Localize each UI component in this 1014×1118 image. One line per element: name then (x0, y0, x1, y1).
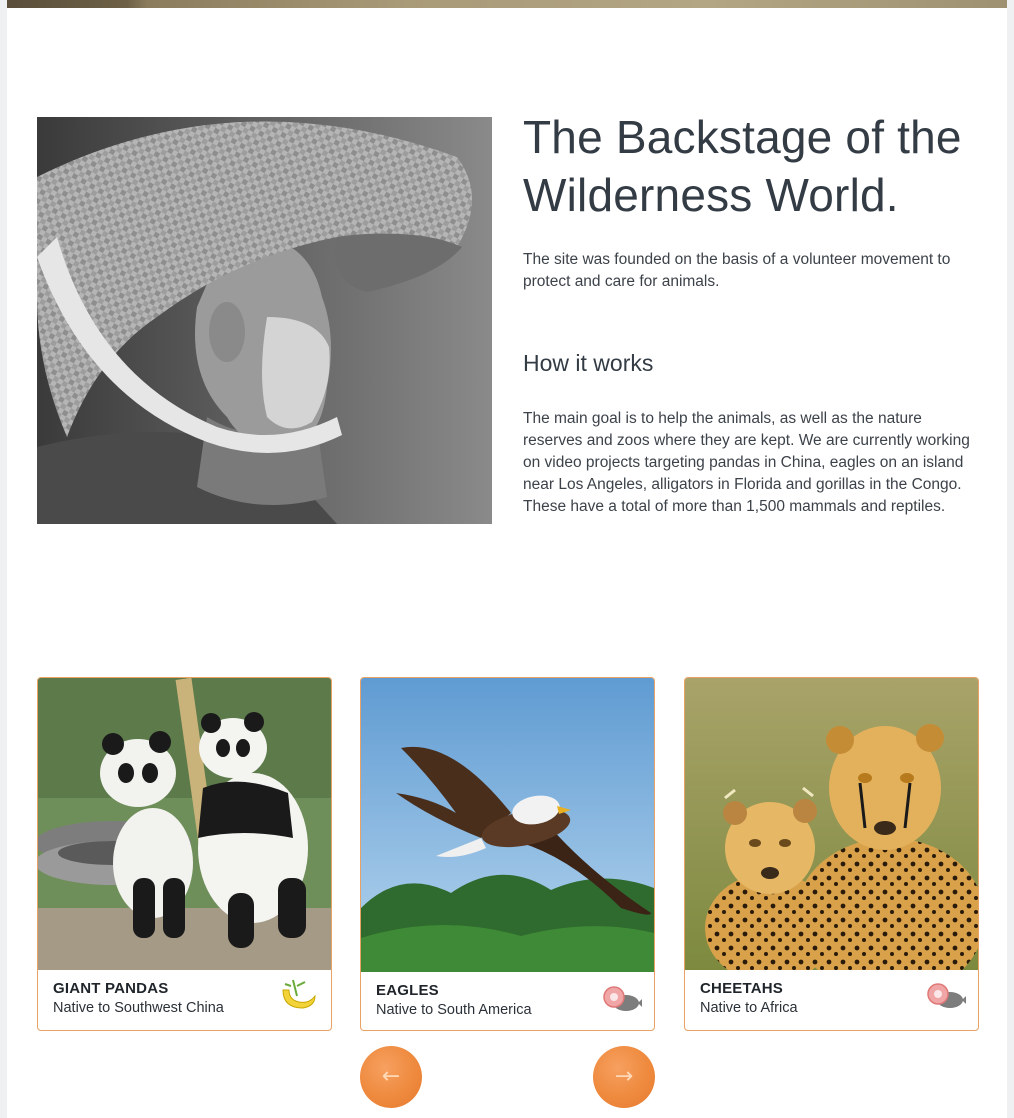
card-caption: GIANT PANDAS Native to Southwest China (53, 980, 224, 1018)
card-name: GIANT PANDAS (53, 980, 169, 997)
card-origin: Native to Southwest China (53, 1000, 224, 1016)
cheetah-photo (685, 678, 978, 970)
meat-fish-icon (598, 983, 644, 1017)
previous-button[interactable]: ← (360, 1046, 422, 1108)
panda-photo (38, 678, 331, 970)
how-it-works-body: The main goal is to help the animals, as… (523, 410, 970, 515)
card-origin: Native to South America (376, 1002, 532, 1018)
page: The Backstage of the Wilderness World. T… (7, 0, 1007, 1118)
card-name: CHEETAHS (700, 980, 783, 997)
intro-lead: The site was founded on the basis of a v… (523, 251, 951, 290)
how-it-works-heading: How it works (523, 350, 654, 376)
card-caption: CHEETAHS Native to Africa (700, 980, 798, 1018)
card-origin: Native to Africa (700, 1000, 798, 1016)
arrow-left-icon: ← (381, 1064, 401, 1089)
arrow-right-icon: → (614, 1064, 634, 1089)
banana-bamboo-icon (275, 978, 319, 1012)
page-title: The Backstage of the Wilderness World. (523, 111, 962, 221)
eagle-photo (361, 678, 654, 972)
next-button[interactable]: → (593, 1046, 655, 1108)
animal-card-cheetahs[interactable]: CHEETAHS Native to Africa (684, 677, 979, 1031)
intro-photo (37, 117, 492, 524)
hero-image-strip (7, 0, 1007, 8)
intro-text: The Backstage of the Wilderness World. T… (523, 108, 983, 518)
animal-card-eagles[interactable]: EAGLES Native to South America (360, 677, 655, 1031)
meat-fish-icon (922, 980, 968, 1014)
card-caption: EAGLES Native to South America (376, 982, 532, 1020)
card-name: EAGLES (376, 982, 439, 999)
animal-card-pandas[interactable]: GIANT PANDAS Native to Southwest China (37, 677, 332, 1031)
